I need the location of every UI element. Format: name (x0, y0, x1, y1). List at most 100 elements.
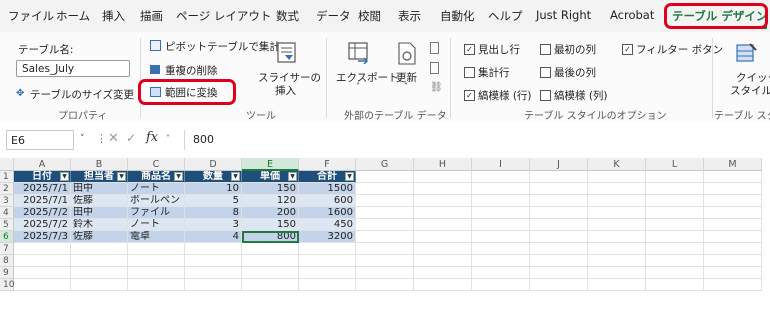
table-cell[interactable]: 8 (185, 207, 242, 219)
cell[interactable] (14, 243, 71, 255)
table-header-cell[interactable]: 日付 ▼ (14, 171, 71, 183)
worksheet-grid[interactable]: ABCDEFGHIJKLM 1 2 3 4 5 6 7 8 9 10 日付 ▼ 担当者 ▼ 商品名 ▼ 数量 ▼… (0, 158, 770, 329)
cell[interactable] (299, 267, 356, 279)
tab-automate[interactable]: 自動化 (440, 8, 475, 24)
cell[interactable] (472, 267, 530, 279)
table-cell[interactable]: 200 (242, 207, 299, 219)
table-cell[interactable]: 150 (242, 183, 299, 195)
cell[interactable] (472, 255, 530, 267)
cell[interactable] (472, 171, 530, 183)
table-cell[interactable]: 150 (242, 219, 299, 231)
cell[interactable] (356, 255, 414, 267)
table-cell[interactable]: 2025/7/2 (14, 207, 71, 219)
cell[interactable] (646, 255, 704, 267)
cell[interactable] (530, 231, 588, 243)
column-header-l[interactable]: L (646, 158, 704, 171)
cell[interactable] (14, 267, 71, 279)
cell[interactable] (646, 279, 704, 291)
banded-rows-checkbox[interactable]: ✓ (464, 90, 475, 101)
cell[interactable] (356, 171, 414, 183)
cell[interactable] (71, 279, 128, 291)
cell[interactable] (530, 171, 588, 183)
filter-dropdown-icon[interactable]: ▼ (288, 172, 297, 181)
filter-button-checkbox[interactable]: ✓ (622, 44, 633, 55)
tab-review[interactable]: 校閲 (358, 8, 381, 24)
cell[interactable] (704, 231, 762, 243)
row-header-9[interactable]: 9 (0, 267, 14, 279)
row-header-10[interactable]: 10 (0, 279, 14, 291)
tab-insert[interactable]: 挿入 (102, 8, 125, 24)
column-header-e[interactable]: E (242, 158, 299, 171)
cell[interactable] (242, 279, 299, 291)
cell[interactable] (356, 219, 414, 231)
column-header-h[interactable]: H (414, 158, 472, 171)
cell[interactable] (588, 195, 646, 207)
table-header-cell[interactable]: 商品名 ▼ (128, 171, 185, 183)
cell[interactable] (588, 171, 646, 183)
table-cell[interactable]: 4 (185, 231, 242, 243)
cell[interactable] (472, 207, 530, 219)
cell[interactable] (646, 171, 704, 183)
table-cell[interactable]: 田中 (71, 207, 128, 219)
table-cell[interactable]: 鈴木 (71, 219, 128, 231)
table-cell[interactable]: 3 (185, 219, 242, 231)
cell[interactable] (646, 183, 704, 195)
row-header-7[interactable]: 7 (0, 243, 14, 255)
cell[interactable] (71, 243, 128, 255)
table-cell[interactable]: 10 (185, 183, 242, 195)
cell[interactable] (414, 231, 472, 243)
column-header-d[interactable]: D (185, 158, 242, 171)
cell[interactable] (356, 243, 414, 255)
cell[interactable] (472, 279, 530, 291)
cell[interactable] (472, 219, 530, 231)
column-header-g[interactable]: G (356, 158, 414, 171)
cell[interactable] (530, 207, 588, 219)
cell[interactable] (646, 243, 704, 255)
column-header-j[interactable]: J (530, 158, 588, 171)
cell[interactable] (704, 219, 762, 231)
cell[interactable] (414, 279, 472, 291)
cell[interactable] (472, 243, 530, 255)
name-box-dropdown-icon[interactable]: ˅ (80, 134, 85, 144)
column-header-c[interactable]: C (128, 158, 185, 171)
cell[interactable] (242, 267, 299, 279)
open-browser-icon[interactable] (430, 62, 439, 74)
cell[interactable] (185, 279, 242, 291)
table-cell[interactable]: ボールペン (128, 195, 185, 207)
cell[interactable] (588, 219, 646, 231)
cell[interactable] (414, 183, 472, 195)
row-header-8[interactable]: 8 (0, 255, 14, 267)
cell[interactable] (185, 267, 242, 279)
cell[interactable] (704, 267, 762, 279)
table-header-cell[interactable]: 単価 ▼ (242, 171, 299, 183)
cell[interactable] (128, 279, 185, 291)
table-cell[interactable]: 佐藤 (71, 195, 128, 207)
table-cell[interactable]: 450 (299, 219, 356, 231)
cell[interactable] (646, 219, 704, 231)
enter-icon[interactable]: ✓ (126, 131, 136, 145)
total-row-checkbox[interactable] (464, 67, 475, 78)
cell[interactable] (128, 243, 185, 255)
table-cell[interactable]: ファイル (128, 207, 185, 219)
table-cell[interactable]: 1500 (299, 183, 356, 195)
cell[interactable] (242, 243, 299, 255)
cell[interactable] (530, 279, 588, 291)
table-cell[interactable]: 120 (242, 195, 299, 207)
cell[interactable] (588, 183, 646, 195)
row-header-2[interactable]: 2 (0, 183, 14, 195)
table-cell[interactable]: ノート (128, 219, 185, 231)
cell[interactable] (356, 279, 414, 291)
cell[interactable] (646, 267, 704, 279)
table-cell[interactable]: ノート (128, 183, 185, 195)
cancel-icon[interactable]: ✕ (108, 131, 119, 146)
cell[interactable] (530, 183, 588, 195)
cell[interactable] (128, 255, 185, 267)
cell[interactable] (704, 255, 762, 267)
cell[interactable] (704, 279, 762, 291)
table-cell[interactable]: 2025/7/1 (14, 183, 71, 195)
cell[interactable] (356, 195, 414, 207)
cell[interactable] (185, 255, 242, 267)
cell[interactable] (356, 267, 414, 279)
table-name-input[interactable]: Sales_July (16, 60, 130, 77)
insert-function-icon[interactable]: fx (146, 130, 158, 145)
